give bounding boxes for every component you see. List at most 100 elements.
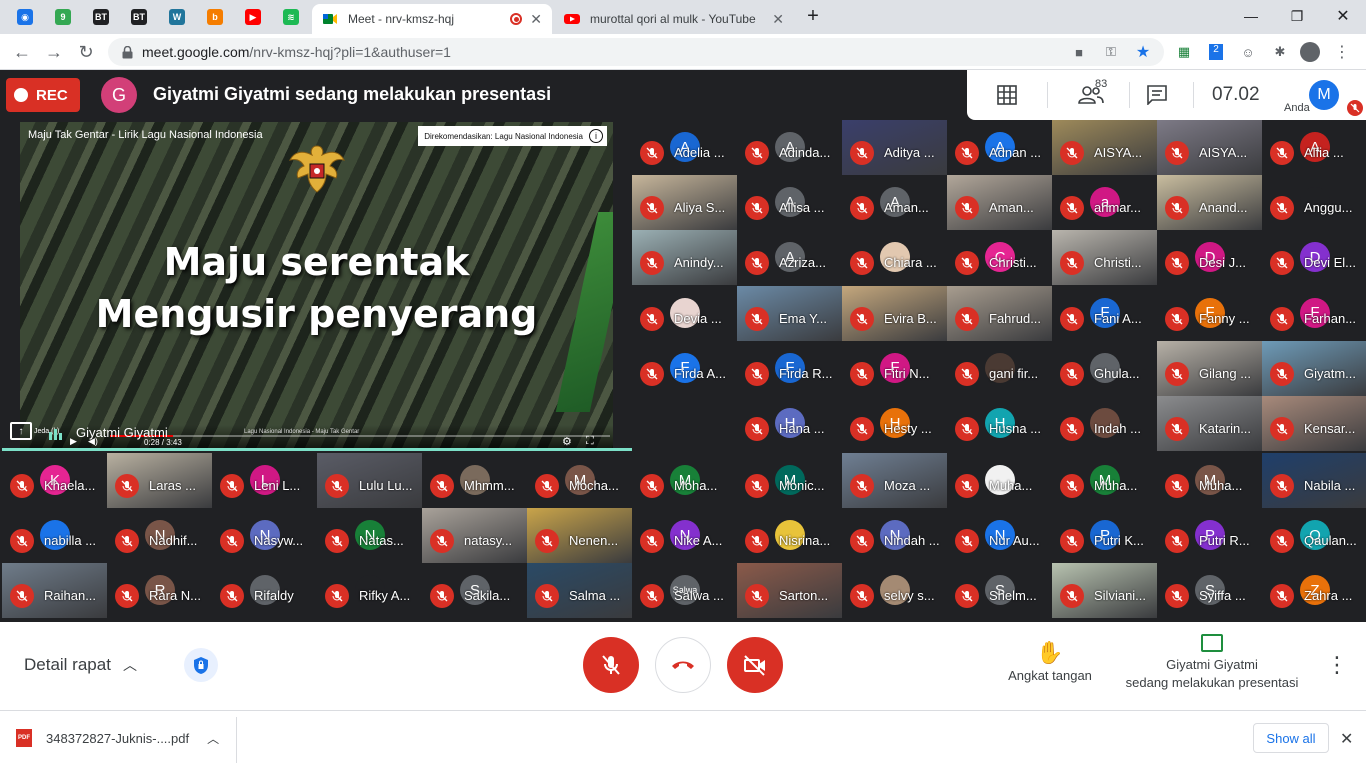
settings-gear-icon[interactable]: ⚙ — [562, 435, 572, 448]
participant-tile[interactable]: M Monic... — [737, 453, 842, 508]
minimize-icon[interactable]: — — [1228, 0, 1274, 32]
participant-tile[interactable]: Q Qaulan... — [1262, 508, 1366, 564]
participant-tile[interactable]: C Christi... — [947, 230, 1052, 286]
participant-tile[interactable]: D Desi J... — [1157, 230, 1262, 286]
raise-hand-button[interactable]: ✋ Angkat tangan — [1000, 640, 1100, 683]
participant-tile[interactable]: N Nindah ... — [842, 508, 947, 564]
participant-tile[interactable]: Sarton... — [737, 563, 842, 619]
profile-avatar-icon[interactable] — [1300, 42, 1320, 62]
participant-tile[interactable]: gani fir... — [947, 340, 1052, 396]
pinned-tab-bt-2[interactable]: BT — [120, 4, 158, 30]
participant-tile[interactable]: Raihan... — [2, 563, 107, 619]
participant-tile[interactable]: AISYA... — [1157, 120, 1262, 175]
participant-tile[interactable]: Silviani... — [1052, 563, 1157, 619]
video-progress-bar[interactable] — [110, 435, 610, 437]
participant-tile[interactable]: F Firda A... — [632, 340, 737, 396]
participant-tile[interactable]: Mhmm... — [422, 453, 527, 508]
extensions-puzzle-icon[interactable]: ✱ — [1270, 42, 1290, 62]
participant-tile[interactable]: N Nur Au... — [947, 508, 1052, 564]
chat-icon[interactable] — [1144, 82, 1170, 108]
participant-tile[interactable]: N Nasyw... — [212, 508, 317, 564]
presentation-status-button[interactable]: Giyatmi Giyatmi sedang melakukan present… — [1118, 634, 1306, 692]
participant-tile[interactable]: A Alfia ... — [1262, 120, 1366, 175]
tab-youtube[interactable]: murottal qori al mulk - YouTube ✕ — [554, 4, 794, 34]
participant-tile[interactable]: M Muha... — [1052, 453, 1157, 508]
key-icon[interactable]: ⚿ — [1102, 43, 1120, 61]
participant-tile[interactable]: A Adnan ... — [947, 120, 1052, 175]
browser-menu-icon[interactable]: ⋮ — [1332, 42, 1352, 62]
close-tab-icon[interactable]: ✕ — [772, 11, 784, 28]
participant-tile[interactable]: A Allisa ... — [737, 175, 842, 231]
participant-tile[interactable]: F Fani A... — [1052, 285, 1157, 341]
participant-tile[interactable]: N Nike A... — [632, 508, 737, 564]
camera-toggle-button[interactable] — [727, 637, 783, 693]
participant-tile[interactable]: F Farhan... — [1262, 285, 1366, 341]
forward-icon[interactable]: → — [40, 38, 68, 66]
participant-tile[interactable]: Aman... — [947, 175, 1052, 231]
download-item[interactable]: PDF 348372827-Juknis-....pdf ︿ — [16, 729, 219, 747]
participant-tile[interactable]: a ahmar... — [1052, 175, 1157, 231]
participant-tile[interactable]: Katarin... — [1157, 396, 1262, 451]
participant-tile[interactable]: Rifky A... — [317, 563, 422, 619]
participant-tile[interactable]: Anand... — [1157, 175, 1262, 231]
layout-grid-icon[interactable] — [994, 82, 1020, 108]
more-options-icon[interactable]: ⋮ — [1326, 652, 1348, 678]
participant-tile[interactable]: natasy... — [422, 508, 527, 564]
info-icon[interactable]: i — [589, 129, 603, 143]
presentation-video[interactable]: Maju Tak Gentar - Lirik Lagu Nasional In… — [20, 122, 613, 449]
pinned-tab-blogger[interactable]: b — [196, 4, 234, 30]
participant-tile[interactable]: Muha... — [947, 453, 1052, 508]
participant-tile[interactable]: A Adelia ... — [632, 120, 737, 175]
participant-tile[interactable]: A Aman... — [842, 175, 947, 231]
address-bar[interactable]: meet.google.com/nrv-kmsz-hqj?pli=1&authu… — [108, 38, 1164, 66]
extension-2-icon[interactable]: 2 — [1206, 42, 1226, 62]
participant-tile[interactable]: Anggu... — [1262, 175, 1366, 231]
participant-tile[interactable]: H Hana ... — [737, 396, 842, 451]
participant-tile[interactable]: Evira B... — [842, 285, 947, 341]
chat-extension-icon[interactable]: ☺ — [1238, 42, 1258, 62]
close-tab-icon[interactable]: ✕ — [530, 11, 542, 28]
new-tab-icon[interactable]: + — [798, 0, 828, 32]
participant-tile[interactable]: Nabila ... — [1262, 453, 1366, 508]
participant-tile[interactable]: P Putri R... — [1157, 508, 1262, 564]
participant-tile[interactable]: Laras ... — [107, 453, 212, 508]
fullscreen-icon[interactable]: ⛶ — [586, 435, 594, 448]
participant-tile[interactable]: Kensar... — [1262, 396, 1366, 451]
participant-tile[interactable]: Ema Y... — [737, 285, 842, 341]
participant-tile[interactable]: Salwa Salwa ... — [632, 563, 737, 619]
bookmark-star-icon[interactable]: ★ — [1134, 43, 1152, 61]
participant-tile[interactable]: Gilang ... — [1157, 340, 1262, 396]
recommendation-banner[interactable]: Direkomendasikan: Lagu Nasional Indonesi… — [418, 126, 607, 146]
participant-tile[interactable]: S Sakila... — [422, 563, 527, 619]
participants-button[interactable]: 83 — [1071, 78, 1111, 108]
back-icon[interactable]: ← — [8, 38, 36, 66]
participant-tile[interactable]: N Nadhif... — [107, 508, 212, 564]
pinned-tab-spotify[interactable]: ≋ — [272, 4, 310, 30]
participant-tile[interactable]: nabilla ... — [2, 508, 107, 564]
participant-tile[interactable]: M Moha... — [632, 453, 737, 508]
participant-tile[interactable]: A Azriza... — [737, 230, 842, 286]
close-shelf-icon[interactable]: ✕ — [1340, 729, 1353, 749]
participant-tile[interactable]: F Firda R... — [737, 340, 842, 396]
participant-tile[interactable] — [632, 396, 737, 451]
lock-icon[interactable] — [118, 43, 136, 61]
participant-tile[interactable]: H Hesty ... — [842, 396, 947, 451]
tab-meet[interactable]: Meet - nrv-kmsz-hqj ✕ — [312, 4, 552, 34]
microphone-toggle-button[interactable] — [583, 637, 639, 693]
participant-tile[interactable]: S Shelm... — [947, 563, 1052, 619]
participant-tile[interactable]: selvy s... — [842, 563, 947, 619]
participant-tile[interactable]: Rifaldy — [212, 563, 317, 619]
participant-tile[interactable]: Moza ... — [842, 453, 947, 508]
participant-tile[interactable]: Aditya ... — [842, 120, 947, 175]
participant-tile[interactable]: M Mocha... — [527, 453, 632, 508]
participant-tile[interactable]: S Syiffa ... — [1157, 563, 1262, 619]
self-avatar[interactable]: M — [1309, 80, 1339, 110]
participant-tile[interactable]: Ghula... — [1052, 340, 1157, 396]
participant-tile[interactable]: Nisrina... — [737, 508, 842, 564]
participant-tile[interactable]: Chiara ... — [842, 230, 947, 286]
participant-tile[interactable]: F Fanny ... — [1157, 285, 1262, 341]
participant-tile[interactable]: L Leni L... — [212, 453, 317, 508]
participant-tile[interactable]: Giyatm... — [1262, 340, 1366, 396]
participant-tile[interactable]: F Fitri N... — [842, 340, 947, 396]
participant-tile[interactable]: Devia ... — [632, 285, 737, 341]
